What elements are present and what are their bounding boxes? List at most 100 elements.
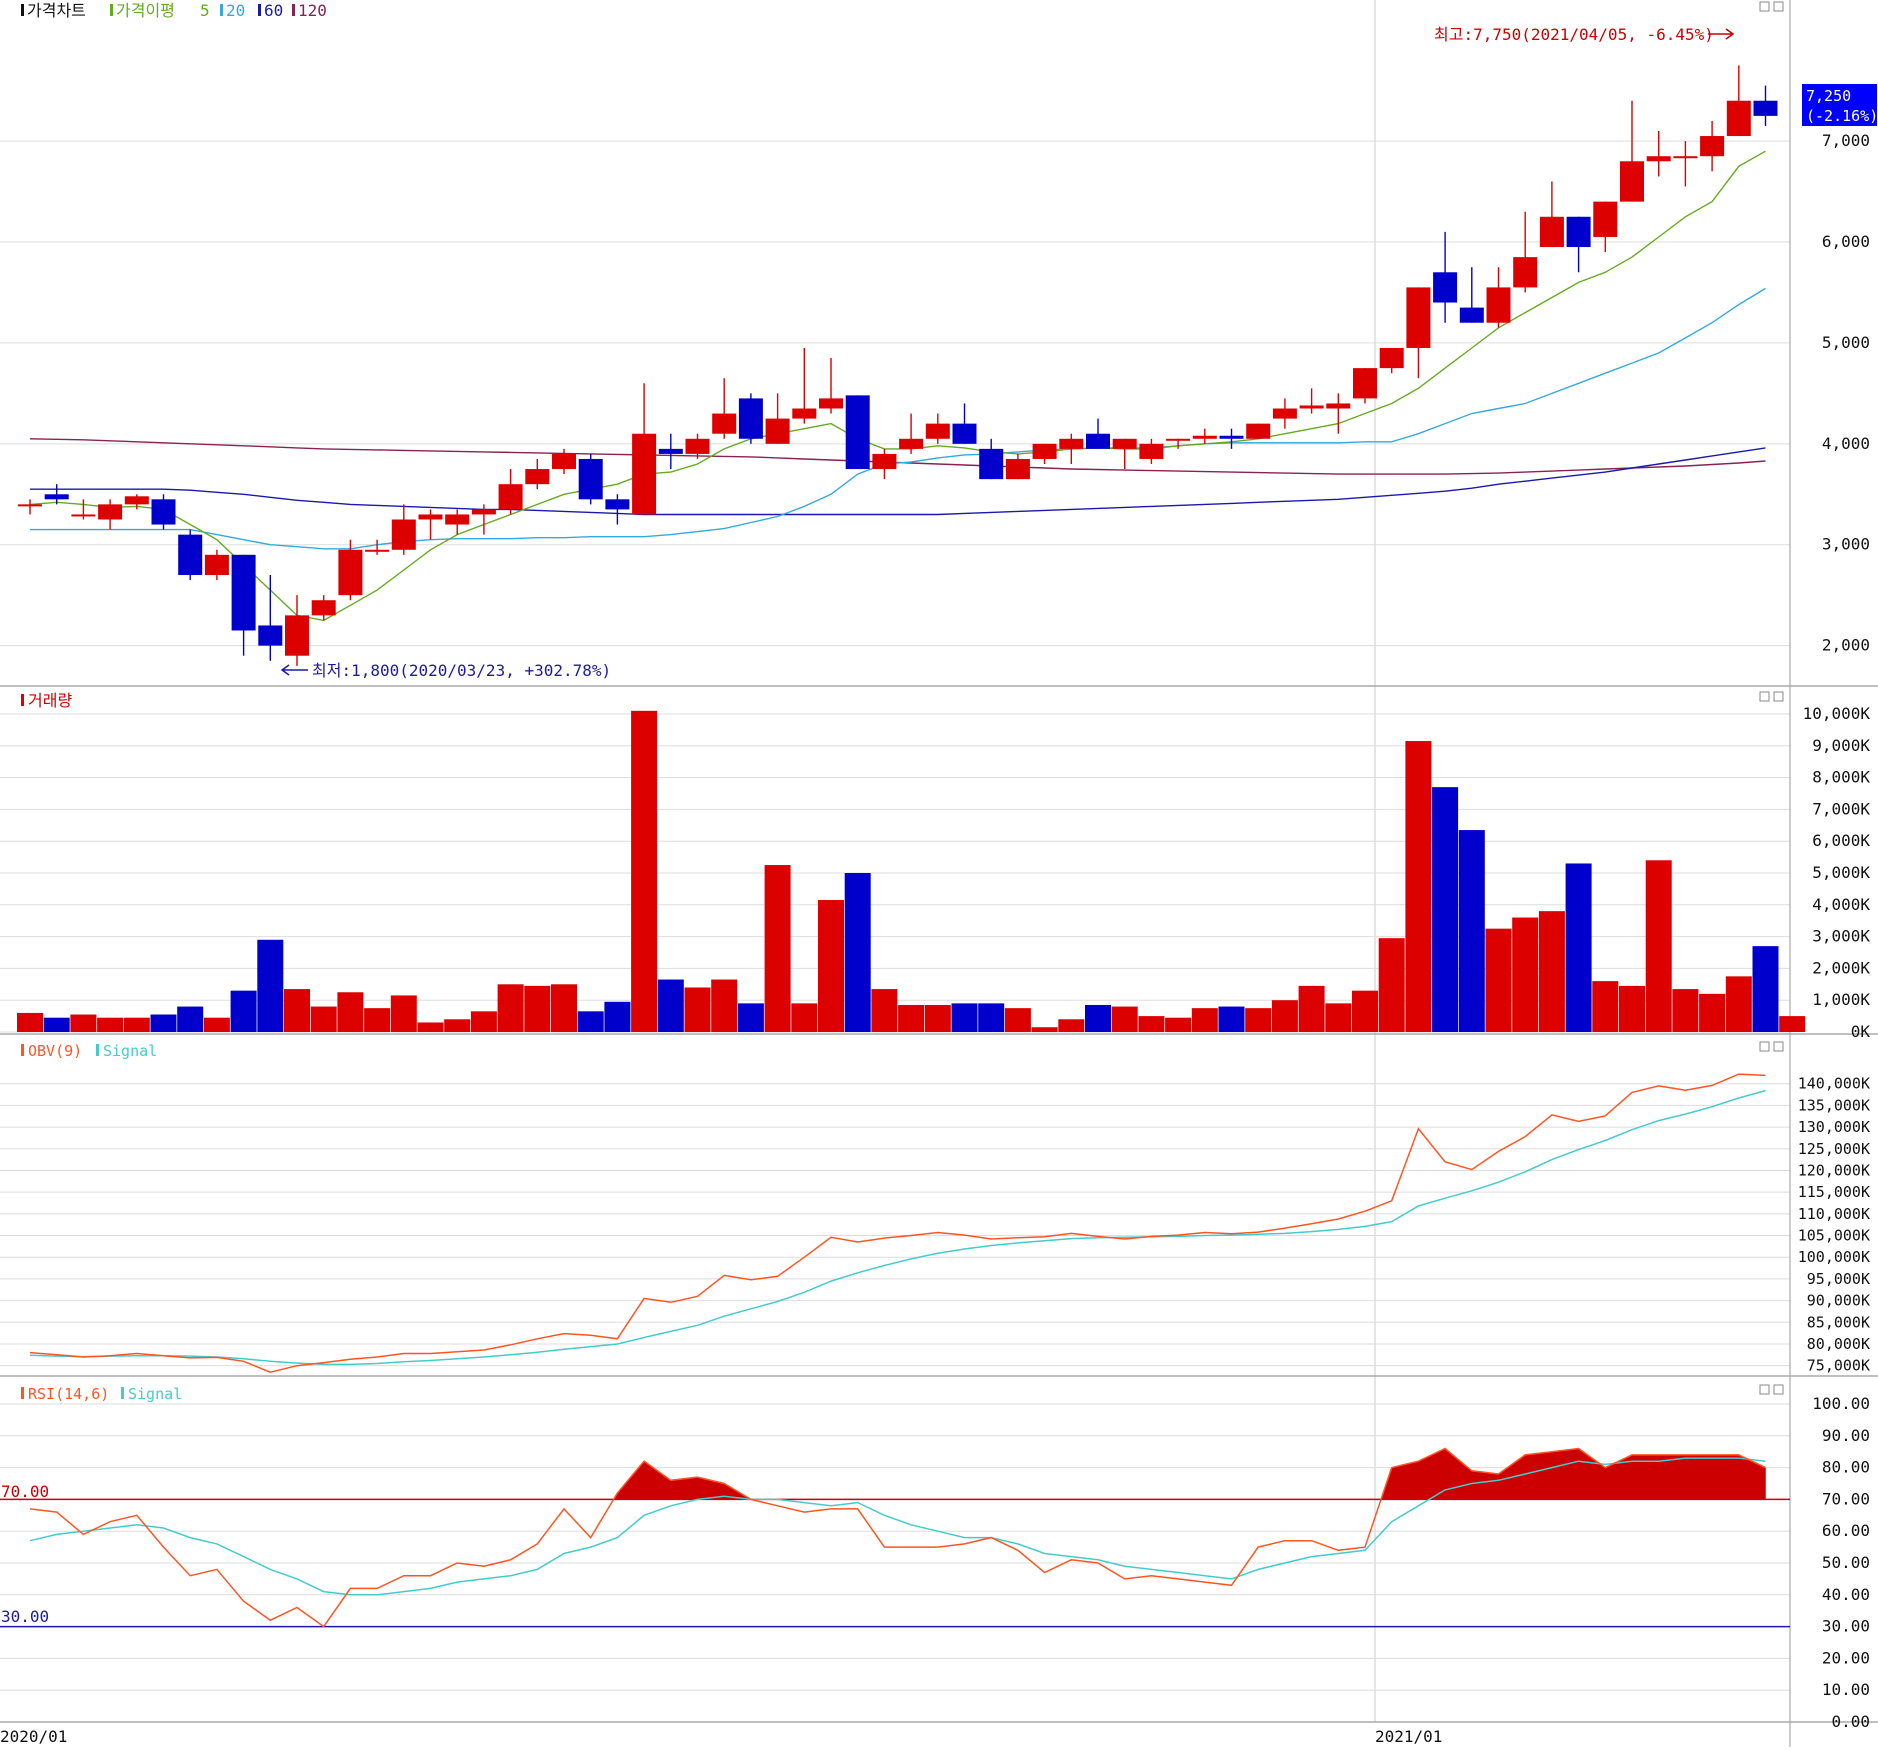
candle-body bbox=[1673, 156, 1698, 159]
legend-swatch-volume bbox=[21, 694, 24, 706]
volume-panel-title: 거래량 bbox=[28, 691, 72, 710]
candle-body bbox=[578, 458, 603, 500]
rsi-y-tick-label: 100.00 bbox=[1812, 1394, 1870, 1413]
candle-body bbox=[1753, 100, 1778, 116]
legend-swatch-price bbox=[21, 4, 24, 16]
panel-close-button[interactable] bbox=[1773, 1, 1784, 12]
volume-bar bbox=[1111, 1006, 1138, 1032]
ma20-legend-label: 20 bbox=[226, 1, 245, 20]
panel-minimize-button[interactable] bbox=[1759, 1384, 1770, 1395]
volume-bar bbox=[1725, 976, 1752, 1032]
ma20-line bbox=[30, 287, 1766, 550]
candle-body bbox=[258, 625, 283, 646]
volume-bar bbox=[1538, 911, 1565, 1032]
volume-bar bbox=[470, 1011, 497, 1032]
candle-body bbox=[899, 438, 924, 449]
volume-bar bbox=[1058, 1019, 1085, 1032]
volume-bar bbox=[577, 1011, 604, 1032]
candle-body bbox=[552, 453, 576, 470]
volume-bar bbox=[1218, 1006, 1245, 1032]
price-panel-title: 가격차트 bbox=[27, 1, 86, 20]
price-y-tick-label: 3,000 bbox=[1822, 535, 1870, 554]
volume-bar bbox=[1085, 1004, 1111, 1032]
volume-bar bbox=[1245, 1008, 1272, 1032]
rsi-panel-title: RSI(14,6) bbox=[28, 1385, 109, 1403]
candle-body bbox=[44, 494, 69, 500]
volume-bar bbox=[898, 1004, 925, 1032]
candle-body bbox=[872, 453, 897, 470]
volume-bar bbox=[284, 989, 310, 1032]
panel-minimize-button[interactable] bbox=[1759, 1041, 1770, 1052]
volume-y-tick-label: 0K bbox=[1851, 1022, 1871, 1041]
candle-body bbox=[204, 554, 229, 575]
candle-body bbox=[71, 514, 96, 517]
volume-bar bbox=[631, 710, 658, 1032]
candle-body bbox=[1486, 287, 1511, 323]
ma-legend-title: 가격이평 bbox=[116, 1, 175, 20]
volume-bar bbox=[1699, 993, 1726, 1032]
obv-y-tick-label: 135,000K bbox=[1798, 1096, 1870, 1114]
volume-y-tick-label: 5,000K bbox=[1812, 863, 1870, 882]
volume-bar bbox=[17, 1012, 43, 1032]
candle-body bbox=[819, 398, 843, 409]
volume-bar bbox=[1138, 1016, 1165, 1032]
panel-close-button[interactable] bbox=[1773, 1384, 1784, 1395]
volume-bar bbox=[177, 1006, 204, 1032]
volume-bar bbox=[1405, 741, 1432, 1032]
volume-bar bbox=[1031, 1027, 1058, 1032]
panel-minimize-button[interactable] bbox=[1759, 1, 1770, 12]
volume-bar bbox=[1672, 989, 1699, 1032]
candle-body bbox=[1326, 403, 1351, 409]
volume-bar bbox=[43, 1017, 70, 1032]
price-y-tick-label: 6,000 bbox=[1822, 232, 1870, 251]
rsi-y-tick-label: 50.00 bbox=[1822, 1553, 1870, 1572]
candle-body bbox=[1005, 458, 1030, 480]
volume-bar bbox=[737, 1003, 764, 1032]
current-price-value: 7,250 bbox=[1806, 87, 1851, 105]
legend-swatch-rsi-signal bbox=[121, 1387, 124, 1399]
ma120-legend-label: 120 bbox=[298, 1, 327, 20]
volume-bar bbox=[604, 1001, 631, 1032]
legend-swatch-ma120 bbox=[292, 4, 295, 16]
volume-bar bbox=[1271, 1000, 1298, 1032]
candle-body bbox=[1059, 438, 1084, 449]
volume-bar bbox=[1325, 1003, 1352, 1032]
candle-body bbox=[1433, 272, 1458, 303]
volume-bar bbox=[390, 995, 417, 1032]
volume-bar bbox=[310, 1006, 337, 1032]
volume-bar bbox=[764, 865, 791, 1032]
candle-body bbox=[1192, 435, 1217, 439]
candle-body bbox=[738, 398, 763, 439]
rsi-y-tick-label: 40.00 bbox=[1822, 1585, 1870, 1604]
price-y-tick-label: 2,000 bbox=[1822, 636, 1870, 655]
obv-y-tick-label: 90,000K bbox=[1807, 1292, 1870, 1310]
volume-bar bbox=[684, 987, 711, 1032]
candle-body bbox=[151, 499, 176, 525]
candle-body bbox=[952, 423, 977, 444]
volume-bar bbox=[657, 979, 684, 1032]
legend-swatch-ma20 bbox=[220, 4, 223, 16]
panel-close-button[interactable] bbox=[1773, 1041, 1784, 1052]
low-annotation: 최저:1,800(2020/03/23, +302.78%) bbox=[312, 661, 611, 680]
candle-body bbox=[1513, 257, 1538, 288]
candle-body bbox=[685, 438, 710, 454]
obv-y-tick-label: 120,000K bbox=[1798, 1161, 1870, 1179]
candle-body bbox=[1353, 368, 1377, 399]
panel-minimize-button[interactable] bbox=[1759, 691, 1770, 702]
volume-y-tick-label: 1,000K bbox=[1812, 990, 1870, 1009]
candle-body bbox=[1459, 307, 1484, 323]
volume-bar bbox=[1565, 863, 1592, 1032]
panel-close-button[interactable] bbox=[1773, 691, 1784, 702]
rsi-signal-line bbox=[29, 1457, 1766, 1596]
candle-body bbox=[418, 514, 443, 520]
rsi-signal-label: Signal bbox=[128, 1385, 182, 1403]
candle-body bbox=[178, 534, 203, 575]
obv-signal-line bbox=[29, 1089, 1766, 1366]
volume-bar bbox=[337, 992, 364, 1032]
candle-body bbox=[712, 413, 737, 434]
candle-body bbox=[632, 433, 657, 515]
volume-y-tick-label: 4,000K bbox=[1812, 895, 1870, 914]
candle-body bbox=[1246, 423, 1271, 439]
volume-bar bbox=[524, 985, 551, 1032]
rsi-y-tick-label: 30.00 bbox=[1822, 1617, 1870, 1636]
